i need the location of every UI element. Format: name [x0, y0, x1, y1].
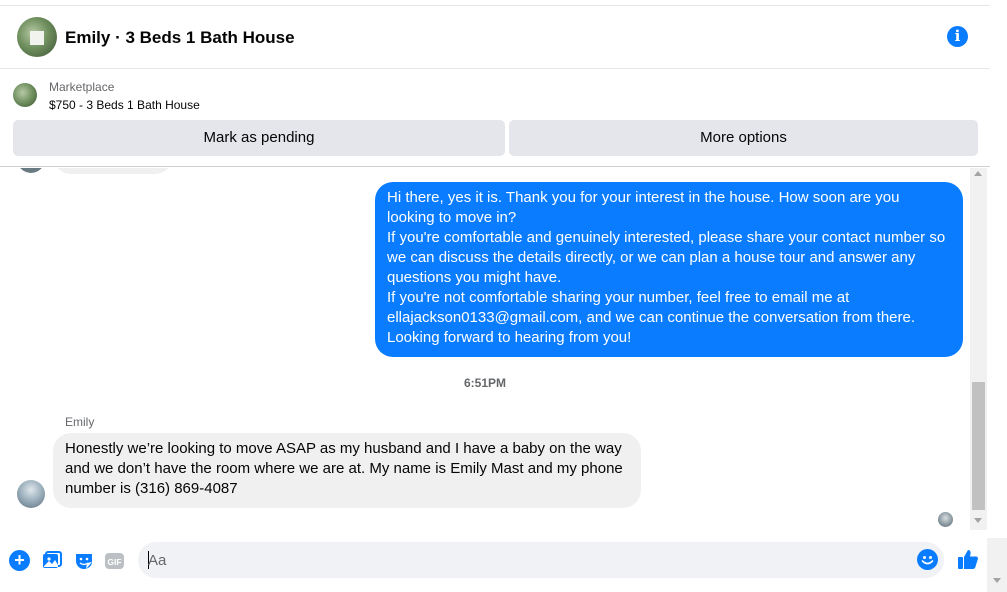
message-thread[interactable]: Hi there, yes it is. Thank you for your …: [0, 168, 970, 538]
scroll-up-arrow-icon[interactable]: [974, 171, 982, 176]
previous-message-bubble: [53, 168, 173, 174]
photo-icon[interactable]: [41, 550, 62, 571]
contact-avatar[interactable]: [17, 17, 57, 57]
listing-category: Marketplace: [49, 80, 115, 94]
outgoing-paragraph: If you're comfortable and genuinely inte…: [387, 229, 946, 286]
message-input[interactable]: [148, 542, 908, 578]
thread-scrollbar[interactable]: [970, 168, 987, 530]
plus-icon[interactable]: +: [9, 550, 30, 571]
sticker-icon-glyph: [75, 553, 92, 569]
message-composer: + GIF: [0, 538, 987, 592]
thumbs-up-icon[interactable]: [957, 548, 979, 570]
emoji-icon[interactable]: [917, 549, 938, 570]
outgoing-paragraph: If you're not comfortable sharing your n…: [387, 289, 916, 346]
listing-title[interactable]: $750 - 3 Beds 1 Bath House: [49, 98, 200, 112]
outgoing-message-bubble[interactable]: Hi there, yes it is. Thank you for your …: [375, 182, 963, 357]
gif-icon-glyph: GIF: [105, 552, 124, 569]
scroll-down-arrow-icon[interactable]: [974, 518, 982, 523]
emoji-icon-glyph: [921, 556, 934, 565]
gif-icon[interactable]: GIF: [104, 550, 125, 571]
right-edge: [990, 0, 1007, 168]
window-scroll-down-icon[interactable]: [993, 578, 1001, 583]
message-input-container[interactable]: [138, 542, 944, 578]
photo-icon-glyph: [42, 550, 62, 568]
sender-avatar[interactable]: [17, 480, 45, 508]
chat-header: Emily · 3 Beds 1 Bath House i: [0, 7, 990, 69]
sender-name: Emily: [65, 415, 95, 429]
marketplace-listing-bar: Marketplace $750 - 3 Beds 1 Bath House M…: [0, 70, 990, 167]
outgoing-paragraph: Hi there, yes it is. Thank you for your …: [387, 189, 900, 226]
seen-receipt-avatar: [938, 512, 953, 527]
messenger-window: Emily · 3 Beds 1 Bath House i Marketplac…: [0, 0, 1007, 592]
more-options-button[interactable]: More options: [509, 120, 978, 156]
sticker-icon[interactable]: [73, 550, 94, 571]
gif-label: GIF: [107, 557, 121, 567]
previous-sender-avatar: [17, 168, 45, 173]
scrollbar-thumb[interactable]: [972, 382, 985, 510]
window-scrollbar[interactable]: [987, 538, 1007, 592]
thumbs-up-icon-glyph: [958, 550, 978, 569]
mark-as-pending-button[interactable]: Mark as pending: [13, 120, 505, 156]
listing-thumbnail[interactable]: [13, 83, 37, 107]
chat-title[interactable]: Emily · 3 Beds 1 Bath House: [65, 28, 295, 48]
message-timestamp: 6:51PM: [463, 376, 507, 390]
incoming-message-bubble[interactable]: Honestly we’re looking to move ASAP as m…: [53, 433, 641, 508]
top-gap: [0, 0, 990, 6]
info-icon[interactable]: i: [947, 26, 968, 47]
